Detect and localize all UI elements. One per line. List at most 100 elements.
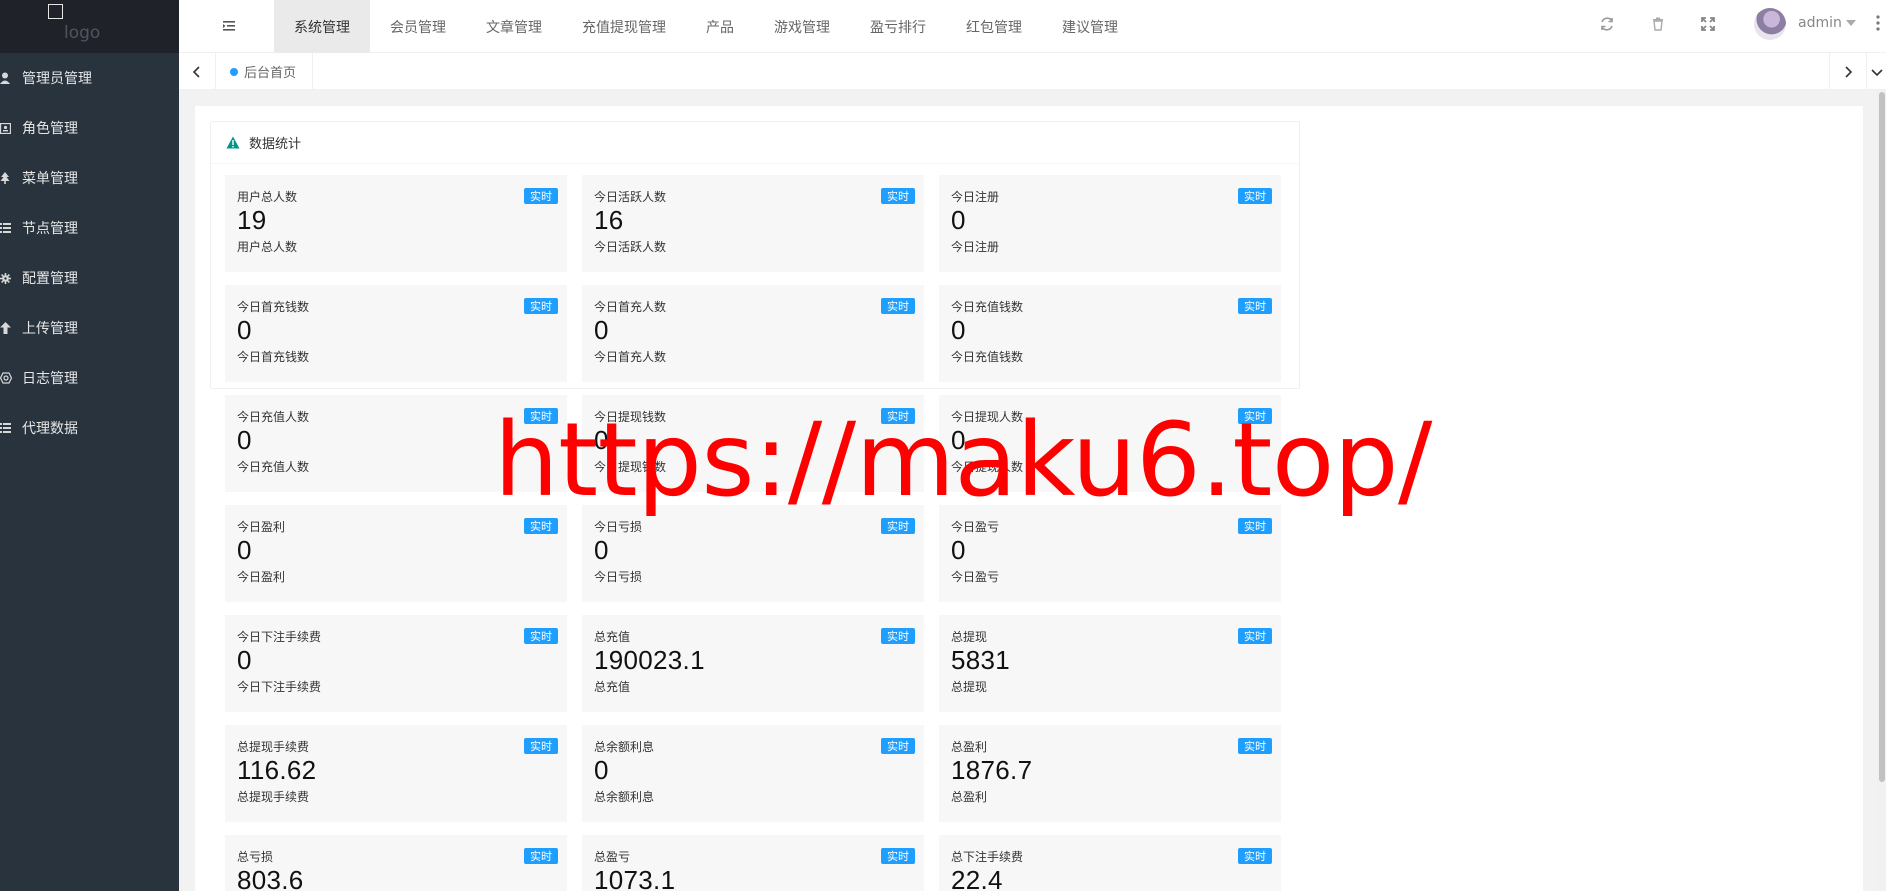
sidebar-item-label: 配置管理	[22, 271, 78, 287]
stat-title: 总提现	[951, 630, 988, 644]
realtime-badge: 实时	[881, 628, 915, 644]
list-icon	[0, 223, 22, 233]
top-nav-tab[interactable]: 盈亏排行	[850, 0, 946, 53]
sidebar-item[interactable]: 代理数据	[0, 403, 179, 453]
stat-title: 今日注册	[951, 190, 1000, 204]
stat-title: 今日首充钱数	[237, 300, 310, 314]
logo-image-icon	[48, 4, 63, 19]
upload-icon	[0, 322, 22, 334]
active-dot-icon	[230, 67, 238, 76]
trash-icon[interactable]	[1650, 16, 1668, 34]
stat-value: 0	[237, 315, 252, 345]
sidebar-item[interactable]: 菜单管理	[0, 153, 179, 203]
top-header: 系统管理 会员管理 文章管理 充值提现管理 产品 游戏管理 盈亏排行 红包管理 建议管理 adm…	[179, 0, 1886, 53]
stat-card: 总盈利 实时 1876.7 总盈利	[939, 725, 1281, 822]
sidebar-item[interactable]: 管理员管理	[0, 53, 179, 103]
stat-card: 总亏损 实时 803.6	[225, 835, 567, 891]
tab-home[interactable]: 后台首页	[216, 53, 314, 90]
tree-icon	[0, 172, 22, 184]
stat-card: 用户总人数 实时 19 用户总人数	[225, 175, 567, 272]
stat-subtitle: 总提现	[951, 680, 988, 694]
scrollbar-thumb[interactable]	[1879, 92, 1885, 782]
sidebar-item[interactable]: 角色管理	[0, 103, 179, 153]
tab-prev-button[interactable]	[179, 53, 216, 90]
user-icon	[0, 72, 22, 84]
stat-value: 0	[594, 315, 609, 345]
realtime-badge: 实时	[881, 298, 915, 314]
sidebar-item-label: 日志管理	[22, 371, 78, 387]
stat-value: 0	[951, 205, 966, 235]
stat-value: 22.4	[951, 865, 1003, 891]
username[interactable]: admin	[1798, 15, 1842, 31]
realtime-badge: 实时	[524, 298, 558, 314]
more-vertical-icon[interactable]	[1876, 14, 1880, 32]
top-nav-tab[interactable]: 产品	[686, 0, 754, 53]
stat-card: 今日活跃人数 实时 16 今日活跃人数	[582, 175, 924, 272]
avatar[interactable]	[1754, 8, 1786, 40]
sidebar-item[interactable]: 节点管理	[0, 203, 179, 253]
stat-card: 今日注册 实时 0 今日注册	[939, 175, 1281, 272]
sidebar-item[interactable]: 配置管理	[0, 253, 179, 303]
realtime-badge: 实时	[524, 628, 558, 644]
chevron-down-icon[interactable]	[1846, 20, 1856, 26]
stat-title: 今日下注手续费	[237, 630, 322, 644]
sidebar-item[interactable]: 上传管理	[0, 303, 179, 353]
stat-value: 5831	[951, 645, 1011, 675]
realtime-badge: 实时	[881, 188, 915, 204]
stat-subtitle: 今日盈亏	[951, 570, 1000, 584]
stat-title: 总下注手续费	[951, 850, 1024, 864]
realtime-badge: 实时	[524, 518, 558, 534]
top-nav-tab[interactable]: 红包管理	[946, 0, 1042, 53]
fullscreen-icon[interactable]	[1700, 16, 1718, 34]
stat-title: 今日盈亏	[951, 520, 1000, 534]
sidebar: logo 管理员管理角色管理菜单管理节点管理配置管理上传管理日志管理代理数据	[0, 0, 179, 891]
stat-card: 总提现 实时 5831 总提现	[939, 615, 1281, 712]
realtime-badge: 实时	[881, 518, 915, 534]
realtime-badge: 实时	[524, 738, 558, 754]
stat-title: 今日充值钱数	[951, 300, 1024, 314]
stat-title: 总余额利息	[594, 740, 655, 754]
top-nav-tab[interactable]: 游戏管理	[754, 0, 850, 53]
top-nav-tab[interactable]: 会员管理	[370, 0, 466, 53]
stat-subtitle: 总提现手续费	[237, 790, 310, 804]
stat-card: 今日下注手续费 实时 0 今日下注手续费	[225, 615, 567, 712]
refresh-icon[interactable]	[1599, 16, 1617, 34]
top-nav-tab[interactable]: 建议管理	[1042, 0, 1138, 53]
stat-title: 今日亏损	[594, 520, 643, 534]
gear-icon	[0, 272, 22, 284]
tab-next-button[interactable]	[1829, 53, 1866, 90]
realtime-badge: 实时	[1238, 738, 1272, 754]
stat-subtitle: 今日注册	[951, 240, 1000, 254]
sidebar-item-label: 管理员管理	[22, 71, 92, 87]
stat-value: 0	[237, 645, 252, 675]
stat-value: 803.6	[237, 865, 304, 891]
list-icon	[0, 423, 22, 433]
log-icon	[0, 372, 22, 384]
top-nav-tab[interactable]: 充值提现管理	[562, 0, 686, 53]
stat-value: 116.62	[237, 755, 317, 785]
realtime-badge: 实时	[524, 848, 558, 864]
stat-subtitle: 总余额利息	[594, 790, 655, 804]
stat-card: 总余额利息 实时 0 总余额利息	[582, 725, 924, 822]
realtime-badge: 实时	[1238, 188, 1272, 204]
stat-subtitle: 今日亏损	[594, 570, 643, 584]
stat-value: 190023.1	[594, 645, 705, 675]
warning-icon	[226, 136, 240, 149]
stat-value: 0	[237, 535, 252, 565]
stat-title: 总提现手续费	[237, 740, 310, 754]
sidebar-item-label: 菜单管理	[22, 171, 78, 187]
stat-card: 今日首充钱数 实时 0 今日首充钱数	[225, 285, 567, 382]
tab-options-button[interactable]	[1866, 53, 1886, 90]
top-nav-tab[interactable]: 文章管理	[466, 0, 562, 53]
stat-value: 1073.1	[594, 865, 676, 891]
sidebar-item[interactable]: 日志管理	[0, 353, 179, 403]
logo-text: logo	[64, 23, 101, 43]
top-nav-tab[interactable]: 系统管理	[274, 0, 370, 53]
stat-title: 总盈利	[951, 740, 988, 754]
stat-title: 今日首充人数	[594, 300, 667, 314]
stat-card: 总提现手续费 实时 116.62 总提现手续费	[225, 725, 567, 822]
stat-subtitle: 总充值	[594, 680, 631, 694]
logo[interactable]: logo	[0, 0, 179, 53]
stat-title: 总盈亏	[594, 850, 631, 864]
fold-menu-icon[interactable]	[221, 18, 237, 34]
